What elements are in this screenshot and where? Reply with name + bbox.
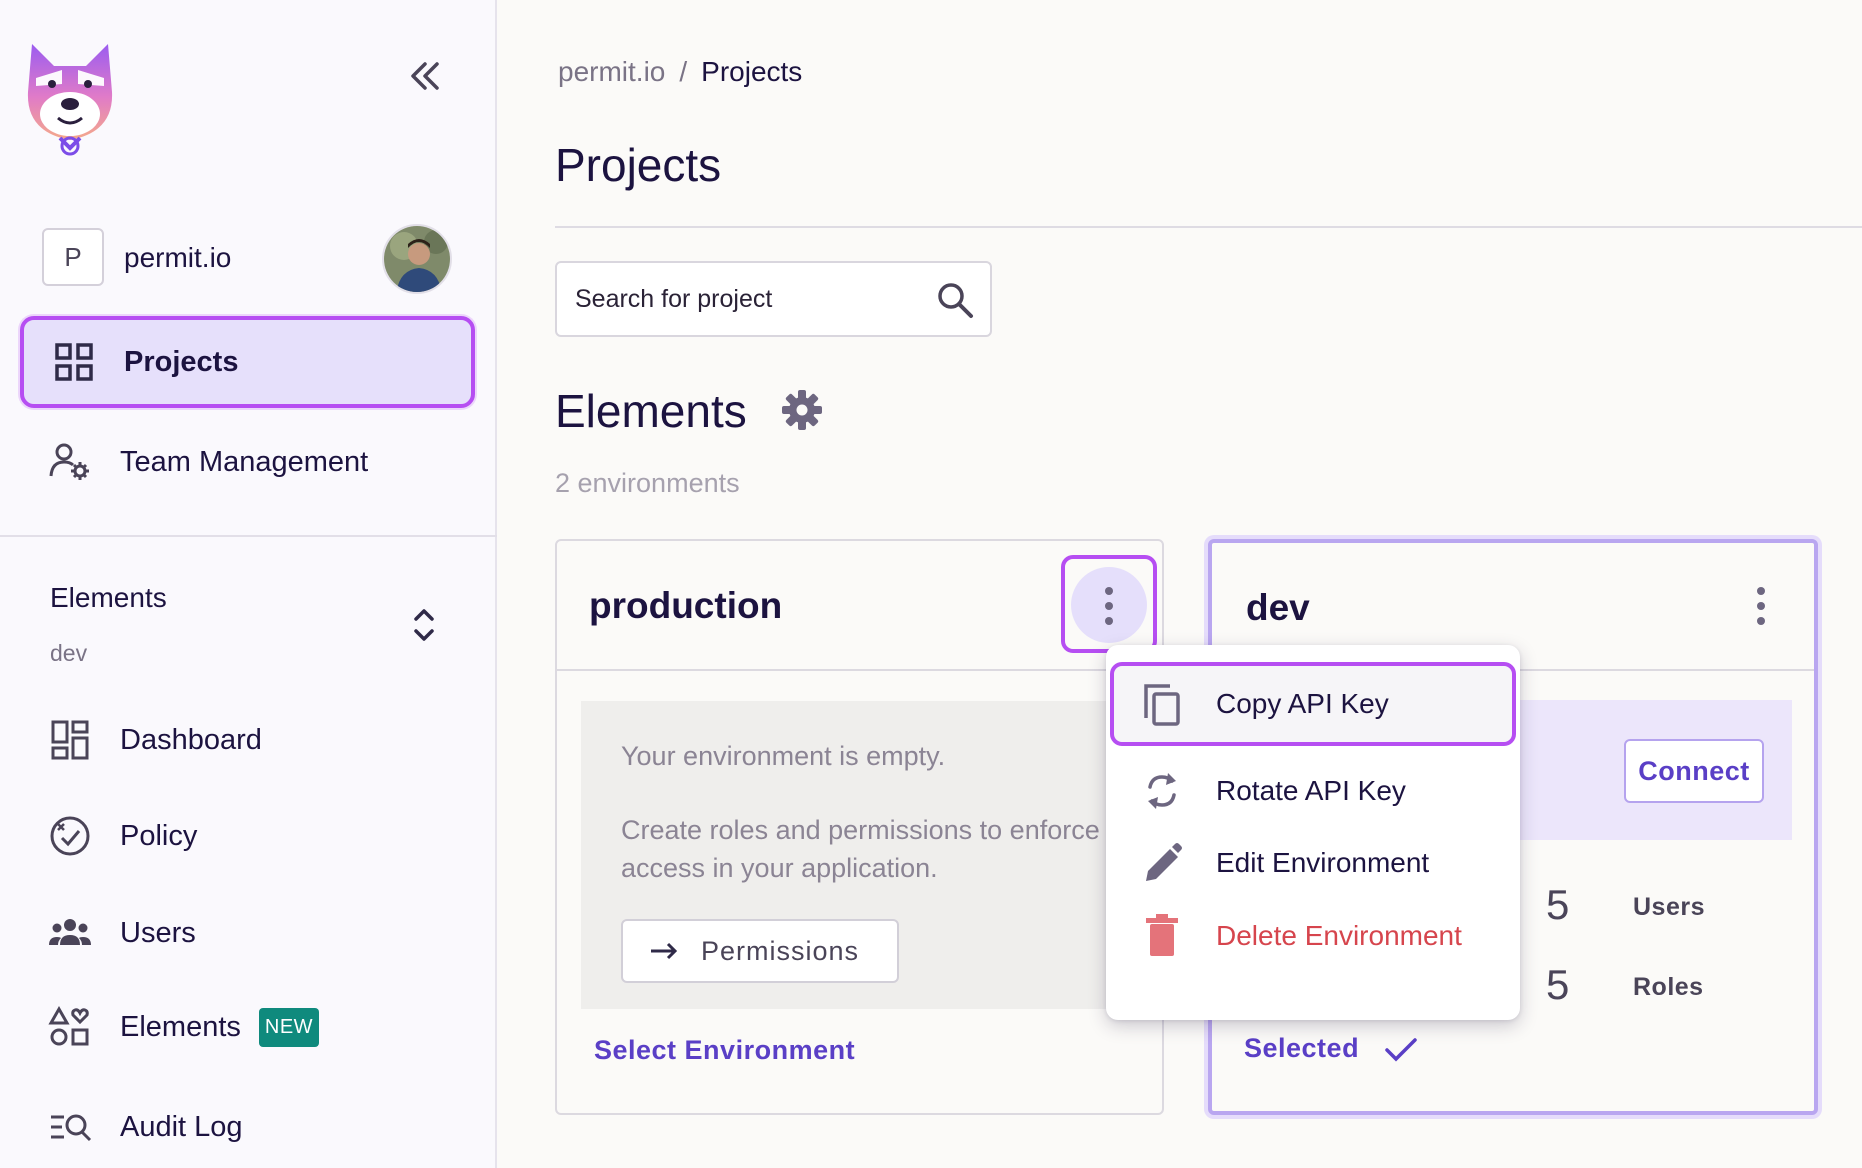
environment-count: 2 environments <box>555 468 740 498</box>
rotate-icon <box>1148 773 1176 809</box>
env-selector-title[interactable]: Elements <box>50 582 167 614</box>
breadcrumb-separator: / <box>679 56 688 87</box>
sidebar-item-label: Dashboard <box>120 723 262 756</box>
check-icon <box>1385 1038 1417 1062</box>
org-initial-badge: P <box>42 228 104 286</box>
users-label: Users <box>1633 893 1705 921</box>
search-box <box>555 261 992 337</box>
unfold-icon[interactable] <box>410 605 438 645</box>
new-badge: NEW <box>258 1007 320 1047</box>
policy-icon <box>50 816 90 856</box>
team-settings-icon <box>49 443 89 480</box>
kebab-icon <box>1105 587 1113 632</box>
environment-name: production <box>589 585 783 626</box>
breadcrumb-root[interactable]: permit.io <box>558 56 665 87</box>
more-options-button[interactable] <box>1061 555 1157 653</box>
empty-description: Create roles and permissions to enforce … <box>621 815 1100 883</box>
sidebar-divider <box>0 535 497 537</box>
menu-item-label: Rotate API Key <box>1216 775 1406 806</box>
pencil-icon <box>1146 843 1182 881</box>
menu-item-label: Delete Environment <box>1216 920 1462 951</box>
card-header: production <box>557 541 1162 671</box>
env-selector-subtitle: dev <box>50 640 88 666</box>
sidebar-item-dashboard[interactable]: Dashboard <box>20 694 475 786</box>
sidebar-item-policy[interactable]: Policy <box>20 790 475 882</box>
users-icon <box>49 919 91 945</box>
dashboard-icon <box>51 720 89 760</box>
audit-log-icon <box>51 1114 92 1142</box>
copy-icon <box>1144 684 1180 726</box>
sidebar-item-label: Users <box>120 916 196 949</box>
sidebar-item-team-management[interactable]: Team Management <box>20 416 475 508</box>
header-divider <box>555 226 1862 228</box>
sidebar-item-users[interactable]: Users <box>20 887 475 979</box>
arrow-right-icon <box>651 942 678 960</box>
menu-item-label: Copy API Key <box>1216 688 1389 719</box>
kebab-icon[interactable] <box>1757 587 1765 632</box>
environment-options-menu: Copy API Key Rotate API Key Edit Environ… <box>1106 645 1520 1020</box>
environment-name: dev <box>1246 587 1310 628</box>
empty-state: Your environment is empty. Create roles … <box>581 701 1141 1009</box>
sidebar-item-label: Policy <box>120 819 198 852</box>
empty-title: Your environment is empty. <box>621 741 946 771</box>
connect-button[interactable]: Connect <box>1624 739 1764 803</box>
permissions-button-label: Permissions <box>701 935 860 966</box>
menu-item-rotate-api-key[interactable]: Rotate API Key <box>1106 751 1520 831</box>
menu-item-label: Edit Environment <box>1216 847 1430 878</box>
select-environment-link[interactable]: Select Environment <box>594 1035 855 1066</box>
users-count: 5 <box>1546 881 1570 928</box>
permit-logo-icon[interactable] <box>22 40 118 160</box>
gear-icon[interactable] <box>780 388 824 432</box>
environment-card-production: production Your environment is empty. Cr… <box>555 539 1164 1115</box>
search-icon[interactable] <box>936 281 974 319</box>
menu-item-copy-api-key[interactable]: Copy API Key <box>1110 662 1516 746</box>
search-input[interactable] <box>575 263 915 335</box>
breadcrumb: permit.io / Projects <box>558 56 802 88</box>
sidebar-item-label: Audit Log <box>120 1110 243 1143</box>
sidebar-item-label: Projects <box>124 345 239 378</box>
org-switcher[interactable]: P permit.io <box>42 224 454 294</box>
trash-icon <box>1146 914 1178 956</box>
selected-label: Selected <box>1244 1033 1360 1063</box>
sidebar-item-label: Elements <box>120 1010 241 1043</box>
roles-label: Roles <box>1633 973 1704 1001</box>
elements-icon <box>48 1005 89 1046</box>
sidebar-item-label: Team Management <box>120 445 369 478</box>
sidebar: P permit.io Projects Team Management Ele… <box>0 0 497 1168</box>
sidebar-item-audit-log[interactable]: Audit Log <box>20 1081 475 1168</box>
sidebar-item-projects[interactable]: Projects <box>20 316 475 408</box>
menu-item-edit-environment[interactable]: Edit Environment <box>1106 823 1520 903</box>
breadcrumb-current: Projects <box>701 56 803 87</box>
roles-count: 5 <box>1546 961 1570 1008</box>
user-avatar[interactable] <box>382 224 452 294</box>
grid-icon <box>55 343 93 381</box>
collapse-sidebar-icon[interactable] <box>405 58 445 94</box>
permissions-button[interactable]: Permissions <box>621 919 899 983</box>
project-name: Elements <box>555 385 747 437</box>
sidebar-item-elements[interactable]: Elements NEW <box>20 981 475 1073</box>
page-title: Projects <box>555 139 722 191</box>
menu-item-delete-environment[interactable]: Delete Environment <box>1106 896 1520 976</box>
org-name: permit.io <box>124 242 232 273</box>
